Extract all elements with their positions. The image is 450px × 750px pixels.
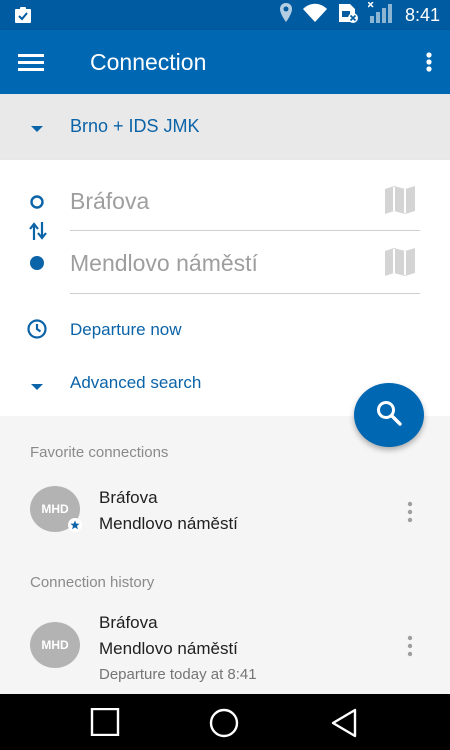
history-from: Bráfova bbox=[99, 613, 158, 632]
favorites-header: Favorite connections bbox=[30, 444, 169, 461]
to-divider bbox=[70, 293, 420, 294]
caret-down-icon bbox=[30, 121, 44, 139]
favorite-more-icon[interactable] bbox=[404, 500, 416, 524]
hamburger-menu-icon[interactable] bbox=[18, 48, 52, 76]
history-departure-detail: Departure today at 8:41 bbox=[99, 666, 257, 683]
destination-dot-icon bbox=[29, 255, 45, 276]
from-stop-input[interactable]: Bráfova bbox=[70, 188, 149, 215]
history-to: Mendlovo náměstí bbox=[99, 639, 238, 658]
status-icons: 8:41 bbox=[279, 0, 440, 30]
connections-list: Favorite connections MHD Bráfova Mendlov… bbox=[0, 416, 450, 694]
recent-apps-icon[interactable] bbox=[90, 707, 120, 741]
from-map-icon[interactable] bbox=[384, 186, 416, 219]
history-more-icon[interactable] bbox=[404, 634, 416, 658]
clipboard-check-icon bbox=[14, 6, 32, 29]
history-connection-item[interactable]: MHD Bráfova Mendlovo náměstí Departure t… bbox=[0, 608, 450, 694]
to-stop-row: Mendlovo náměstí bbox=[0, 232, 450, 294]
departure-time-option[interactable]: Departure now bbox=[0, 310, 450, 350]
origin-circle-icon bbox=[29, 194, 45, 215]
favorite-from: Bráfova bbox=[99, 488, 158, 507]
back-icon[interactable] bbox=[330, 708, 358, 743]
favorite-connection-item[interactable]: MHD Bráfova Mendlovo náměstí bbox=[0, 478, 450, 548]
status-time: 8:41 bbox=[404, 4, 440, 25]
search-icon bbox=[375, 399, 403, 432]
search-form: Bráfova Mendlovo náměstí Departure now A… bbox=[0, 160, 450, 416]
favorite-star-icon bbox=[68, 518, 82, 532]
page-title: Connection bbox=[90, 49, 207, 75]
from-stop-row: Bráfova bbox=[0, 170, 450, 231]
clock-icon bbox=[27, 319, 47, 344]
history-header: Connection history bbox=[30, 574, 155, 591]
status-bar: 8:41 bbox=[0, 0, 450, 30]
departure-label: Departure now bbox=[70, 320, 182, 339]
app-bar: Connection bbox=[0, 30, 450, 94]
advanced-caret-down-icon bbox=[30, 379, 44, 397]
more-vertical-icon[interactable] bbox=[422, 48, 436, 76]
signal-bars-icon bbox=[367, 0, 394, 29]
wifi-icon bbox=[302, 3, 328, 28]
advanced-search-label: Advanced search bbox=[70, 373, 202, 392]
search-button[interactable] bbox=[354, 383, 424, 447]
from-divider bbox=[70, 230, 420, 231]
region-label: Brno + IDS JMK bbox=[70, 116, 200, 136]
to-map-icon[interactable] bbox=[384, 248, 416, 281]
location-icon bbox=[279, 2, 293, 29]
home-icon[interactable] bbox=[208, 708, 240, 743]
sim-no-signal-icon bbox=[337, 2, 359, 29]
system-nav-bar bbox=[0, 694, 450, 750]
favorite-to: Mendlovo náměstí bbox=[99, 514, 238, 533]
region-selector[interactable]: Brno + IDS JMK bbox=[0, 94, 450, 160]
avatar: MHD bbox=[30, 622, 80, 668]
to-stop-input[interactable]: Mendlovo náměstí bbox=[70, 250, 258, 277]
